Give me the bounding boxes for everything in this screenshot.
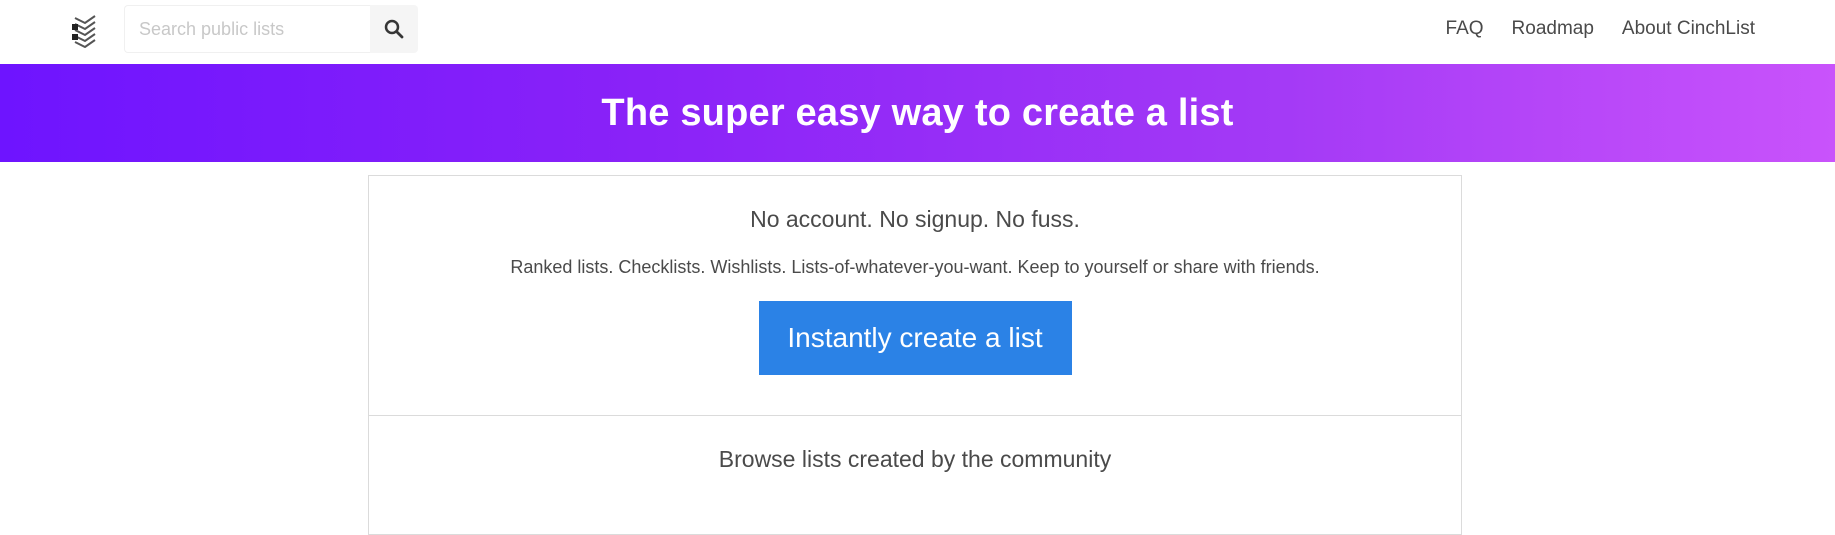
stacked-checklist-logo-icon[interactable] <box>71 14 99 48</box>
nav-link-roadmap[interactable]: Roadmap <box>1512 18 1594 40</box>
create-list-button[interactable]: Instantly create a list <box>758 301 1072 375</box>
create-section: No account. No signup. No fuss. Ranked l… <box>369 176 1461 416</box>
search-icon <box>384 19 404 39</box>
nav-link-faq[interactable]: FAQ <box>1446 18 1484 40</box>
subtext: Ranked lists. Checklists. Wishlists. Lis… <box>510 257 1320 277</box>
nav-link-about[interactable]: About CinchList <box>1622 18 1755 40</box>
navbar: FAQ Roadmap About CinchList <box>0 0 1835 64</box>
hero-title: The super easy way to create a list <box>601 91 1234 134</box>
nav-links: FAQ Roadmap About CinchList <box>1446 18 1755 40</box>
search-bar <box>124 5 418 53</box>
hero-banner: The super easy way to create a list <box>0 64 1835 162</box>
browse-title: Browse lists created by the community <box>718 446 1112 472</box>
main-card: No account. No signup. No fuss. Ranked l… <box>368 175 1462 535</box>
search-input[interactable] <box>124 5 370 53</box>
browse-section: Browse lists created by the community <box>369 416 1461 473</box>
search-button[interactable] <box>370 5 418 53</box>
tagline: No account. No signup. No fuss. <box>750 206 1080 232</box>
